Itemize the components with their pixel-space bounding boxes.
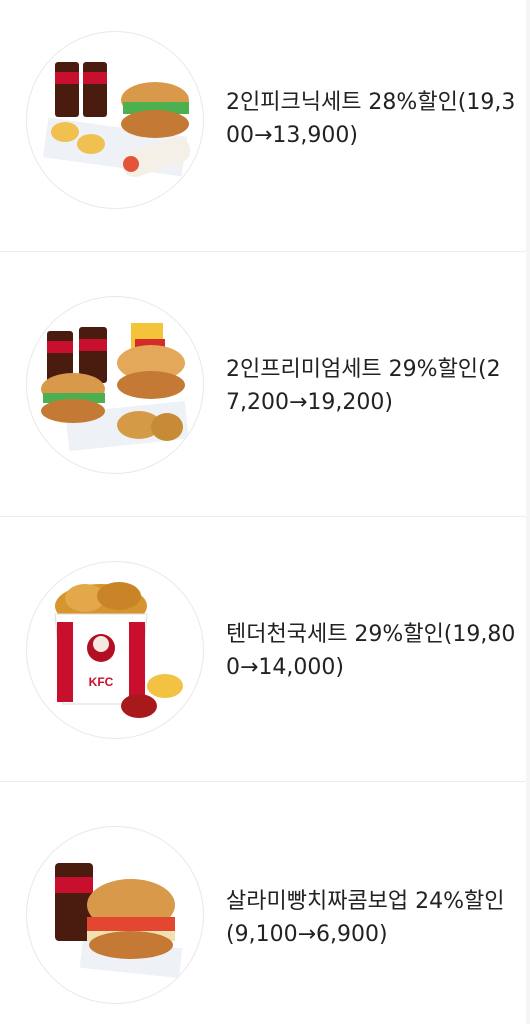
product-title: 텐더천국세트 29%할인(19,800→14,000) [226,622,516,680]
product-image-salami-combo[interactable] [26,826,204,1004]
product-list: 2인피크닉세트 28%할인(19,300→13,900) 2인프리미엄세트 29… [0,0,526,1024]
product-title: 2인프리미엄세트 29%할인(27,200→19,200) [226,357,501,415]
product-title: 2인피크닉세트 28%할인(19,300→13,900) [226,90,516,148]
product-image-tender-set[interactable]: KFC [26,561,204,739]
svg-text:KFC: KFC [89,675,114,689]
list-item[interactable]: KFC 텐더천국세트 29%할인(19,800→14,000) [0,517,526,782]
product-image-premium-set[interactable] [26,296,204,474]
list-item[interactable]: 살라미빵치짜콤보업 24%할인(9,100→6,900) [0,782,526,1024]
list-item[interactable]: 2인피크닉세트 28%할인(19,300→13,900) [0,0,526,252]
product-title: 살라미빵치짜콤보업 24%할인(9,100→6,900) [226,889,505,947]
list-item[interactable]: 2인프리미엄세트 29%할인(27,200→19,200) [0,252,526,517]
product-image-picnic-set[interactable] [26,31,204,209]
